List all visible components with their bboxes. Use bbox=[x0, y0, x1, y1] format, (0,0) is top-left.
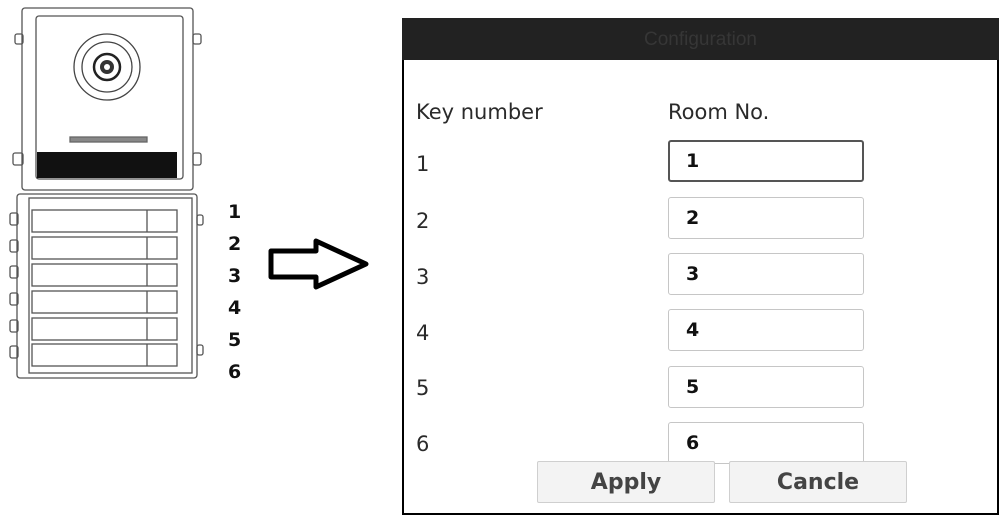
apply-button[interactable]: Apply bbox=[537, 461, 715, 503]
key-number-5: 5 bbox=[416, 376, 430, 400]
device-key-label: 5 bbox=[228, 329, 242, 351]
dialog-title: Configuration bbox=[402, 18, 999, 60]
camera-lens-icon bbox=[73, 33, 141, 101]
room-no-header: Room No. bbox=[668, 100, 770, 124]
configuration-dialog: Configuration Key number Room No. 1 2 3 … bbox=[402, 18, 999, 515]
device-key-label: 4 bbox=[228, 297, 242, 319]
room-no-input-5[interactable] bbox=[668, 366, 864, 408]
device-key-label: 1 bbox=[228, 201, 242, 223]
dialog-body: Key number Room No. 1 2 3 4 5 6 Apply Ca… bbox=[402, 60, 999, 515]
room-no-input-2[interactable] bbox=[668, 197, 864, 239]
device-key-label: 3 bbox=[228, 265, 242, 287]
door-station-illustration bbox=[9, 7, 204, 379]
cancel-button[interactable]: Cancle bbox=[729, 461, 907, 503]
right-arrow-icon bbox=[268, 238, 369, 290]
device-key-label: 2 bbox=[228, 233, 242, 255]
key-number-2: 2 bbox=[416, 209, 430, 233]
key-number-3: 3 bbox=[416, 265, 430, 289]
device-key-label: 6 bbox=[228, 361, 242, 383]
key-number-4: 4 bbox=[416, 321, 430, 345]
key-number-1: 1 bbox=[416, 152, 430, 176]
room-no-input-3[interactable] bbox=[668, 253, 864, 295]
room-no-input-6[interactable] bbox=[668, 422, 864, 464]
room-no-input-1[interactable] bbox=[668, 140, 864, 182]
room-no-input-4[interactable] bbox=[668, 309, 864, 351]
key-number-header: Key number bbox=[416, 100, 543, 124]
key-number-6: 6 bbox=[416, 432, 430, 456]
